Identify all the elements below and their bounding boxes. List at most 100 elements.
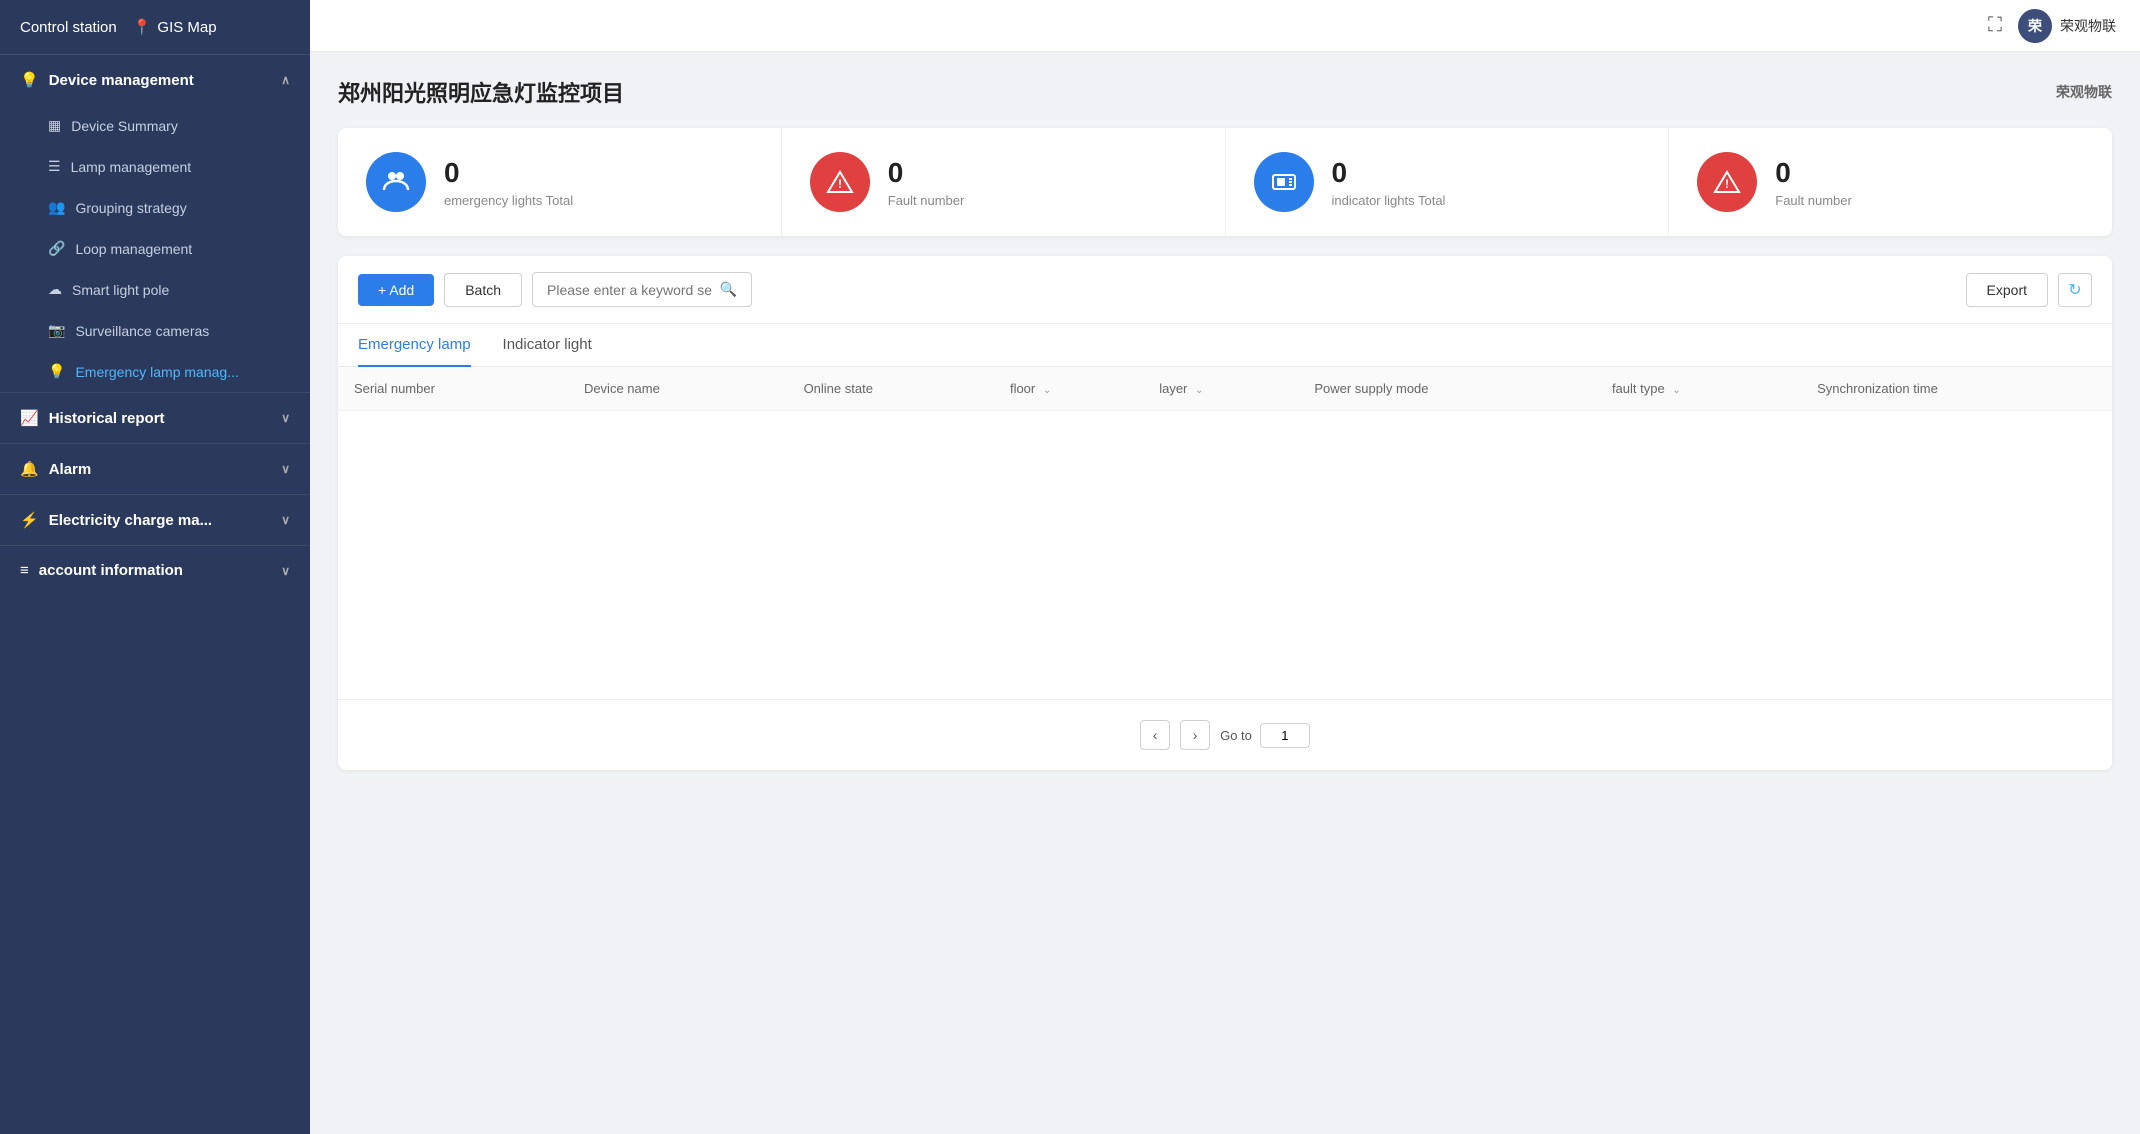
col-power-supply-mode: Power supply mode [1298, 367, 1596, 411]
topbar: ⛶ 荣 荣观物联 [310, 0, 2140, 52]
sidebar-item-loop-management[interactable]: 🔗 Loop management [0, 228, 310, 269]
search-icon: 🔍 [720, 281, 737, 298]
tab-bar: Emergency lamp Indicator light [338, 324, 2112, 367]
lamp-management-label: Lamp management [71, 159, 192, 175]
col-layer[interactable]: layer ⌄ [1143, 367, 1298, 411]
electricity-charge-icon: ⚡ [20, 511, 39, 529]
smart-light-pole-icon: ☁ [48, 281, 62, 298]
export-button[interactable]: Export [1966, 273, 2048, 307]
search-input-wrapper[interactable]: 🔍 [532, 272, 752, 307]
add-button[interactable]: + Add [358, 274, 434, 306]
device-management-label: Device management [49, 72, 194, 89]
fault-type-sort-icon: ⌄ [1672, 385, 1680, 396]
alarm-label: Alarm [49, 461, 92, 478]
account-information-label: account information [39, 562, 183, 579]
user-menu[interactable]: 荣 荣观物联 [2018, 9, 2116, 43]
emergency-total-icon [366, 152, 426, 212]
account-information-icon: ≡ [20, 562, 29, 579]
emergency-lamp-icon: 💡 [48, 363, 65, 380]
refresh-button[interactable]: ↻ [2058, 273, 2092, 307]
page-subtitle: 荣观物联 [2056, 82, 2112, 102]
col-synchronization-time: Synchronization time [1801, 367, 2112, 411]
avatar: 荣 [2018, 9, 2052, 43]
sidebar: Control station 📍 GIS Map 💡 Device manag… [0, 0, 310, 1134]
table-area: + Add Batch 🔍 Export ↻ Emergency lamp In… [338, 256, 2112, 770]
grouping-strategy-label: Grouping strategy [75, 200, 186, 216]
sidebar-item-grouping-strategy[interactable]: 👥 Grouping strategy [0, 187, 310, 228]
page-input[interactable] [1260, 723, 1310, 748]
emergency-fault-label: Fault number [888, 193, 965, 208]
device-management-menu: ▦ Device Summary ☰ Lamp management 👥 Gro… [0, 105, 310, 392]
surveillance-cameras-label: Surveillance cameras [75, 323, 209, 339]
tab-emergency-lamp-label: Emergency lamp [358, 336, 471, 353]
expand-icon[interactable]: ⛶ [1988, 14, 2002, 37]
electricity-charge-label: Electricity charge ma... [49, 512, 212, 529]
emergency-fault-count: 0 [888, 157, 965, 189]
summary-cards: 0 emergency lights Total ! 0 Fault numbe… [338, 128, 2112, 236]
tab-emergency-lamp[interactable]: Emergency lamp [358, 324, 471, 367]
electricity-charge-chevron: ∨ [281, 513, 290, 527]
indicator-total-count: 0 [1332, 157, 1446, 189]
control-station-label: Control station [20, 19, 117, 36]
sidebar-group-electricity-charge[interactable]: ⚡ Electricity charge ma... ∨ [0, 494, 310, 545]
emergency-lamp-label: Emergency lamp manag... [75, 364, 238, 380]
device-summary-icon: ▦ [48, 117, 61, 134]
sidebar-item-smart-light-pole[interactable]: ☁ Smart light pole [0, 269, 310, 310]
sidebar-nav-gis-map[interactable]: 📍 GIS Map [133, 18, 217, 36]
sidebar-item-surveillance-cameras[interactable]: 📷 Surveillance cameras [0, 310, 310, 351]
loop-management-icon: 🔗 [48, 240, 65, 257]
svg-text:!: ! [838, 177, 842, 191]
tab-indicator-light-label: Indicator light [503, 336, 592, 353]
loop-management-label: Loop management [75, 241, 192, 257]
batch-button[interactable]: Batch [444, 273, 522, 307]
emergency-total-info: 0 emergency lights Total [444, 157, 573, 208]
prev-page-button[interactable]: ‹ [1140, 720, 1170, 750]
main-area: ⛶ 荣 荣观物联 郑州阳光照明应急灯监控项目 荣观物联 [310, 0, 2140, 1134]
sidebar-nav-control-station[interactable]: Control station [20, 19, 117, 36]
summary-card-indicator-fault: ! 0 Fault number [1669, 128, 2112, 236]
col-serial-number: Serial number [338, 367, 568, 411]
table-toolbar: + Add Batch 🔍 Export ↻ [338, 256, 2112, 324]
sidebar-header: Control station 📍 GIS Map [0, 0, 310, 55]
search-input[interactable] [547, 282, 714, 298]
sidebar-group-historical-report[interactable]: 📈 Historical report ∨ [0, 392, 310, 443]
next-page-button[interactable]: › [1180, 720, 1210, 750]
emergency-fault-icon: ! [810, 152, 870, 212]
lamp-management-icon: ☰ [48, 158, 61, 175]
summary-card-emergency-total: 0 emergency lights Total [338, 128, 782, 236]
indicator-total-label: indicator lights Total [1332, 193, 1446, 208]
svg-text:!: ! [1725, 177, 1729, 191]
device-management-chevron: ∧ [281, 73, 290, 87]
floor-sort-icon: ⌄ [1043, 385, 1051, 396]
sidebar-group-account-information[interactable]: ≡ account information ∨ [0, 545, 310, 595]
indicator-fault-info: 0 Fault number [1775, 157, 1852, 208]
smart-light-pole-label: Smart light pole [72, 282, 169, 298]
historical-report-chevron: ∨ [281, 411, 290, 425]
username-label: 荣观物联 [2060, 16, 2116, 36]
sidebar-item-lamp-management[interactable]: ☰ Lamp management [0, 146, 310, 187]
layer-sort-icon: ⌄ [1195, 385, 1203, 396]
sidebar-section-device-management: 💡 Device management ∧ ▦ Device Summary ☰… [0, 55, 310, 392]
grouping-strategy-icon: 👥 [48, 199, 65, 216]
gis-map-icon: 📍 [133, 18, 152, 36]
content-area: 郑州阳光照明应急灯监控项目 荣观物联 0 emergency lights To… [310, 52, 2140, 1134]
goto-label: Go to [1220, 728, 1252, 743]
summary-card-indicator-total: 0 indicator lights Total [1226, 128, 1670, 236]
col-floor[interactable]: floor ⌄ [994, 367, 1143, 411]
surveillance-cameras-icon: 📷 [48, 322, 65, 339]
sidebar-item-device-summary[interactable]: ▦ Device Summary [0, 105, 310, 146]
page-title-bar: 郑州阳光照明应急灯监控项目 荣观物联 [338, 76, 2112, 108]
refresh-icon: ↻ [2068, 280, 2081, 300]
historical-report-icon: 📈 [20, 409, 39, 427]
avatar-text: 荣 [2028, 16, 2042, 36]
indicator-fault-count: 0 [1775, 157, 1852, 189]
sidebar-group-device-management[interactable]: 💡 Device management ∧ [0, 55, 310, 105]
col-online-state: Online state [788, 367, 994, 411]
indicator-total-icon [1254, 152, 1314, 212]
col-fault-type[interactable]: fault type ⌄ [1596, 367, 1801, 411]
tab-indicator-light[interactable]: Indicator light [503, 324, 592, 367]
page-goto: Go to [1220, 723, 1310, 748]
sidebar-item-emergency-lamp[interactable]: 💡 Emergency lamp manag... [0, 351, 310, 392]
alarm-chevron: ∨ [281, 462, 290, 476]
sidebar-group-alarm[interactable]: 🔔 Alarm ∨ [0, 443, 310, 494]
